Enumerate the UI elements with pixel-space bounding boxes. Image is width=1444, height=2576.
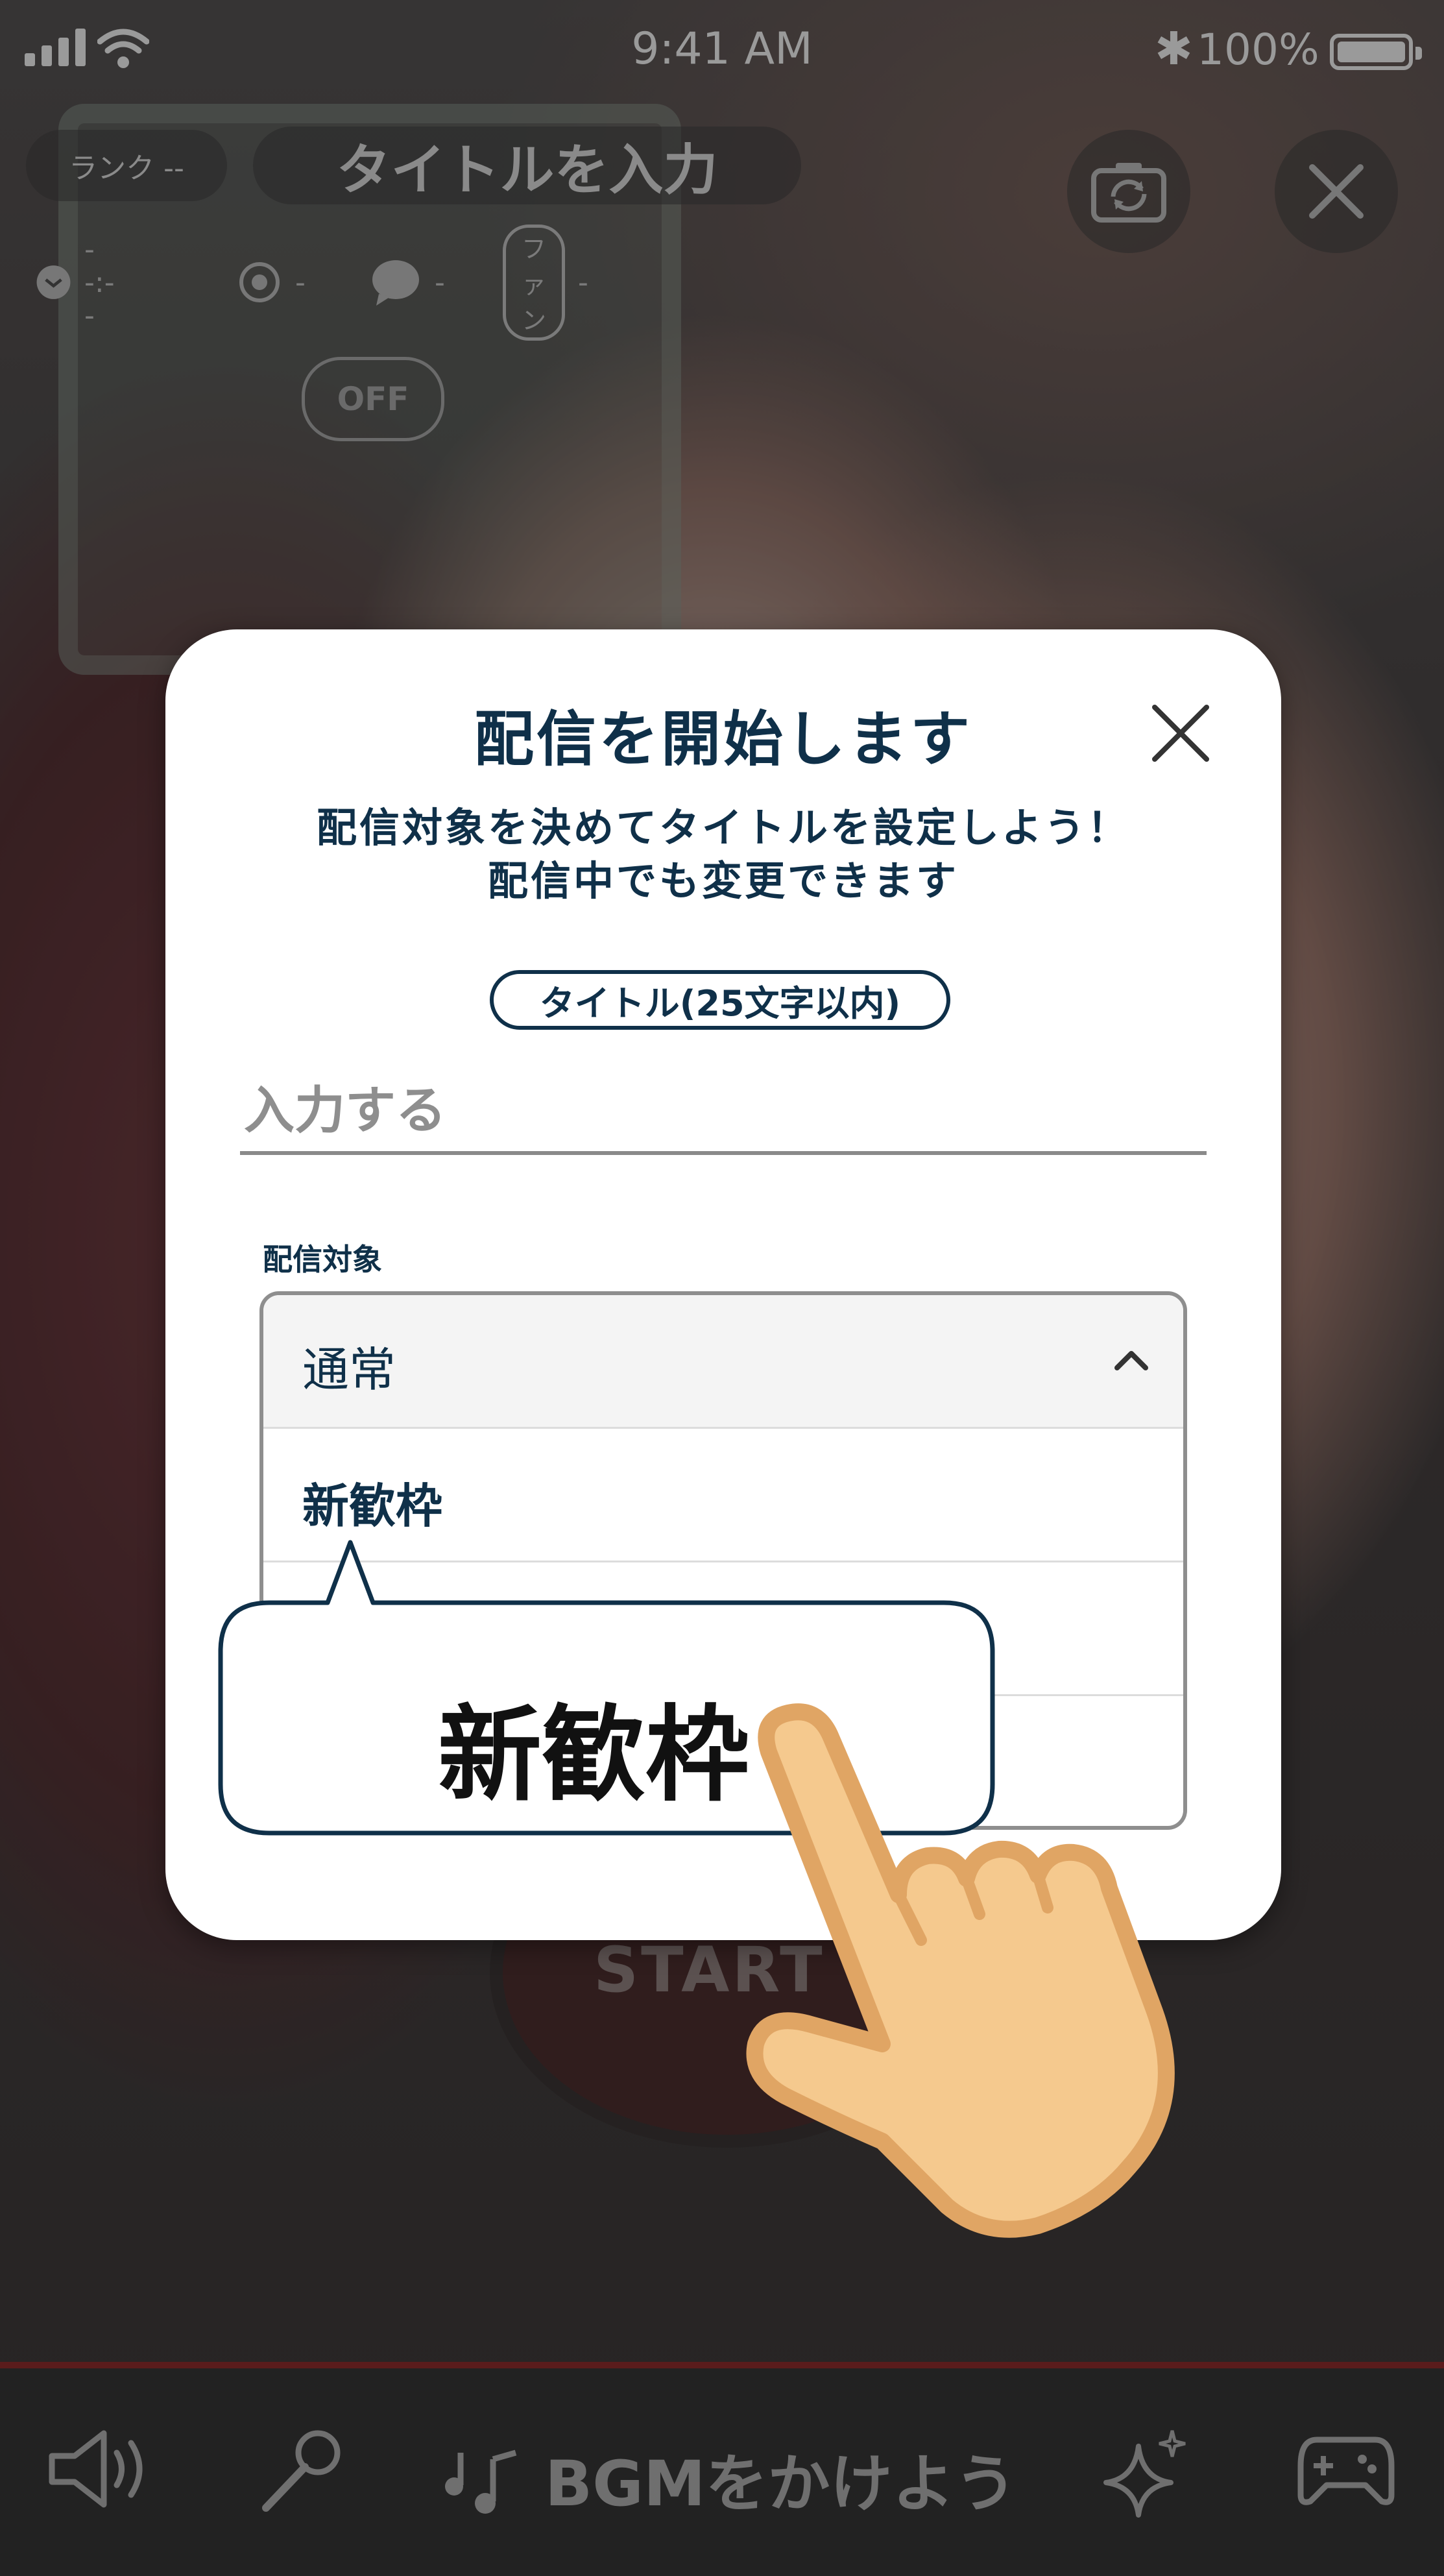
- stat-views: -: [237, 256, 306, 308]
- dialog-subtitle-line1: 配信対象を決めてタイトルを設定しよう！: [316, 804, 1130, 851]
- battery-icon: [1330, 34, 1422, 70]
- stat-views-value: -: [295, 265, 306, 299]
- title-field[interactable]: タイトルを入力: [253, 127, 801, 204]
- microphone-icon[interactable]: [256, 2427, 347, 2518]
- comment-toggle[interactable]: OFF: [302, 357, 444, 441]
- status-bar: 9:41 AM ✱ 100%: [0, 0, 1444, 104]
- chevron-up-icon: [1114, 1351, 1148, 1370]
- dialog-subtitle: 配信対象を決めてタイトルを設定しよう！ 配信中でも変更できます: [165, 801, 1281, 908]
- bottom-toolbar: BGMをかけよう: [0, 2362, 1444, 2576]
- flip-camera-button[interactable]: [1067, 130, 1190, 253]
- battery-percent: 100%: [1197, 25, 1319, 75]
- target-label: 配信対象: [263, 1242, 382, 1277]
- stat-time-value: --:--: [84, 232, 115, 332]
- bluetooth-icon: ✱: [1155, 22, 1193, 75]
- sparkle-icon[interactable]: [1100, 2427, 1190, 2518]
- rank-badge: ランク --: [26, 130, 227, 201]
- dialog-subtitle-line2: 配信中でも変更できます: [487, 857, 959, 905]
- title-length-tag: タイトル(25文字以内): [490, 970, 950, 1030]
- dialog-title: 配信を開始します: [474, 705, 972, 774]
- option-label: 新歓枠: [302, 1479, 443, 1533]
- fan-label: ファン: [503, 224, 566, 341]
- bgm-button[interactable]: BGMをかけよう: [441, 2433, 1017, 2523]
- close-stream-button[interactable]: [1275, 130, 1398, 253]
- bgm-label: BGMをかけよう: [545, 2448, 1017, 2520]
- music-note-icon: [445, 2449, 517, 2514]
- comment-icon: [372, 260, 419, 306]
- stat-fans-value: -: [578, 265, 588, 299]
- stat-fans: ファン -: [503, 224, 588, 341]
- clock-icon: [36, 265, 71, 299]
- speaker-icon[interactable]: [45, 2427, 156, 2511]
- close-icon: [1309, 164, 1364, 219]
- camera-switch-icon: [1091, 163, 1166, 223]
- game-controller-icon[interactable]: [1297, 2427, 1395, 2511]
- pointing-hand-icon: [746, 1703, 1175, 2238]
- stat-time: --:--: [36, 233, 125, 332]
- stat-comments-value: -: [435, 265, 445, 299]
- select-current[interactable]: 通常: [263, 1295, 1183, 1429]
- viewers-icon: [239, 262, 280, 302]
- stream-title-input[interactable]: [240, 1071, 1207, 1155]
- select-value: 通常: [302, 1343, 396, 1397]
- stat-comments: -: [370, 256, 445, 308]
- dialog-close-icon[interactable]: [1148, 701, 1213, 766]
